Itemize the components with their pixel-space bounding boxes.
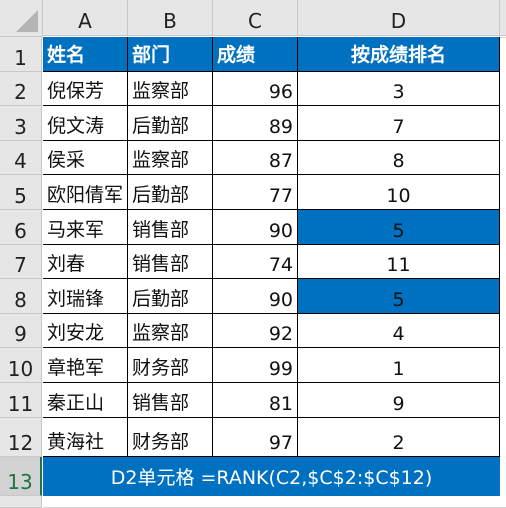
cell-rank[interactable]: 10 [298, 175, 500, 210]
header-cell-dept[interactable]: 部门 [128, 37, 213, 72]
row-header-8[interactable]: 8 [0, 279, 42, 314]
cell-rank[interactable]: 5 [298, 210, 500, 245]
header-cell-name[interactable]: 姓名 [43, 37, 128, 72]
header-cell-rank[interactable]: 按成绩排名 [298, 37, 500, 72]
cell-score[interactable]: 92 [213, 314, 298, 348]
cell-dept[interactable]: 财务部 [128, 348, 213, 383]
row-header-11[interactable]: 11 [0, 383, 42, 418]
row-header-6[interactable]: 6 [0, 210, 42, 245]
select-all-triangle-icon [16, 10, 38, 32]
cell-rank[interactable]: 7 [298, 106, 500, 141]
row-header-14[interactable] [0, 496, 42, 508]
cell-score[interactable]: 90 [213, 279, 298, 314]
column-header-e[interactable] [500, 0, 506, 36]
cell-dept[interactable]: 后勤部 [128, 175, 213, 210]
cell-rank[interactable]: 3 [298, 72, 500, 106]
column-header-c[interactable]: C [213, 0, 298, 36]
row-header-3[interactable]: 3 [0, 106, 42, 141]
column-header-a[interactable]: A [43, 0, 128, 36]
cell-score[interactable]: 89 [213, 106, 298, 141]
row-header-7[interactable]: 7 [0, 245, 42, 279]
cell-dept[interactable]: 监察部 [128, 141, 213, 175]
cell-score[interactable]: 90 [213, 210, 298, 245]
row-header-4[interactable]: 4 [0, 141, 42, 175]
row-header-2[interactable]: 2 [0, 72, 42, 106]
cell-dept[interactable]: 销售部 [128, 210, 213, 245]
cell-name[interactable]: 倪文涛 [43, 106, 128, 141]
cell-rank[interactable]: 11 [298, 245, 500, 279]
row-header-13[interactable]: 13 [0, 457, 42, 496]
cell-name[interactable]: 刘春 [43, 245, 128, 279]
cell-rank[interactable]: 1 [298, 348, 500, 383]
cell-rank[interactable]: 9 [298, 383, 500, 418]
cell-score[interactable]: 87 [213, 141, 298, 175]
row-header-5[interactable]: 5 [0, 175, 42, 210]
cell-name[interactable]: 秦正山 [43, 383, 128, 418]
cell-score[interactable]: 97 [213, 418, 298, 457]
cell-dept[interactable]: 销售部 [128, 383, 213, 418]
cell-name[interactable]: 侯采 [43, 141, 128, 175]
cell-dept[interactable]: 后勤部 [128, 106, 213, 141]
formula-note-merged-cell[interactable]: D2单元格 =RANK(C2,$C$2:$C$12) [43, 457, 500, 496]
cell-score[interactable]: 74 [213, 245, 298, 279]
spreadsheet: A B C D 1 2 3 4 5 6 7 8 9 10 11 12 13 姓名 部门 成绩 按成绩排名 倪保芳… [0, 0, 506, 508]
cell-score[interactable]: 81 [213, 383, 298, 418]
cell-dept[interactable]: 监察部 [128, 72, 213, 106]
gridline [500, 37, 506, 38]
cell-rank[interactable]: 5 [298, 279, 500, 314]
cell-name[interactable]: 刘瑞锋 [43, 279, 128, 314]
column-header-b[interactable]: B [128, 0, 213, 36]
cell-rank[interactable]: 2 [298, 418, 500, 457]
select-all-corner[interactable] [0, 0, 43, 37]
row-header-10[interactable]: 10 [0, 348, 42, 383]
row-header-1[interactable]: 1 [0, 37, 42, 72]
column-header-d[interactable]: D [298, 0, 500, 36]
cell-score[interactable]: 96 [213, 72, 298, 106]
header-cell-score[interactable]: 成绩 [213, 37, 298, 72]
cell-dept[interactable]: 销售部 [128, 245, 213, 279]
cell-name[interactable]: 欧阳倩军 [43, 175, 128, 210]
cell-rank[interactable]: 4 [298, 314, 500, 348]
cell-score[interactable]: 77 [213, 175, 298, 210]
cell-rank[interactable]: 8 [298, 141, 500, 175]
cell-name[interactable]: 章艳军 [43, 348, 128, 383]
cell-score[interactable]: 99 [213, 348, 298, 383]
cell-name[interactable]: 马来军 [43, 210, 128, 245]
cell-dept[interactable]: 监察部 [128, 314, 213, 348]
cell-dept[interactable]: 财务部 [128, 418, 213, 457]
cell-dept[interactable]: 后勤部 [128, 279, 213, 314]
row-header-12[interactable]: 12 [0, 418, 42, 457]
cell-name[interactable]: 黄海社 [43, 418, 128, 457]
row-header-9[interactable]: 9 [0, 314, 42, 348]
cell-name[interactable]: 倪保芳 [43, 72, 128, 106]
cell-name[interactable]: 刘安龙 [43, 314, 128, 348]
